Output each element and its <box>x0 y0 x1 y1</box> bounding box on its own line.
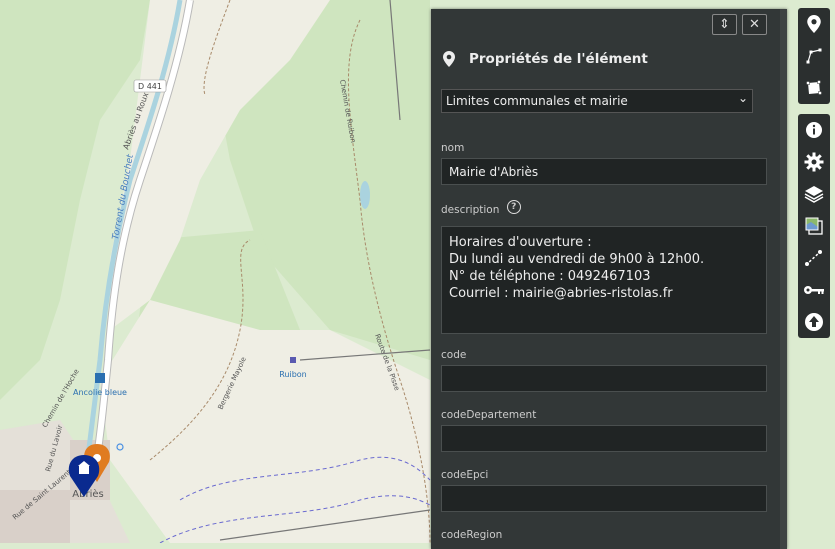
field-label-codeDepartement: codeDepartement <box>441 409 537 421</box>
field-label-codeRegion: codeRegion <box>441 529 503 541</box>
location-pin-icon <box>443 51 455 67</box>
polyline-icon[interactable] <box>798 40 830 72</box>
polygon-icon[interactable] <box>798 72 830 104</box>
field-input-nom[interactable]: Mairie d'Abriès <box>441 158 767 185</box>
chevron-down-icon: ⌄ <box>737 91 748 105</box>
info-icon[interactable] <box>798 114 830 146</box>
field-label-description: description ? <box>441 200 521 217</box>
panel-header: Propriétés de l'élément <box>443 51 648 67</box>
field-label-code: code <box>441 349 467 361</box>
poi-pylon-icon <box>290 357 296 363</box>
panel-title: Propriétés de l'élément <box>469 51 648 67</box>
layer-select[interactable]: Limites communales et mairie ⌄ <box>441 89 753 113</box>
field-input-code[interactable] <box>441 365 767 392</box>
field-label-nom: nom <box>441 142 465 154</box>
draw-toolbar <box>798 8 830 104</box>
scroll-thumb[interactable] <box>780 9 787 549</box>
field-textarea-description[interactable]: Horaires d'ouverture : Du lundi au vendr… <box>441 226 767 334</box>
layer-select-value: Limites communales et mairie <box>446 94 628 108</box>
key-icon[interactable] <box>798 274 830 306</box>
layers-icon[interactable] <box>798 178 830 210</box>
map-poi-label: Ancolie bleue <box>73 388 127 397</box>
close-button[interactable]: ✕ <box>742 14 767 35</box>
minimize-button[interactable]: ⇕ <box>712 14 737 35</box>
map-poi-label: Ruibon <box>279 370 307 379</box>
measure-icon[interactable] <box>798 242 830 274</box>
field-label-description-text: description <box>441 204 500 216</box>
tile-layer-icon[interactable] <box>798 210 830 242</box>
upload-icon[interactable] <box>798 306 830 338</box>
map-road-ref: D 441 <box>138 82 162 91</box>
poi-shelter-icon <box>95 373 105 383</box>
panel-scrollbar[interactable] <box>780 9 787 549</box>
field-input-codeDepartement[interactable] <box>441 425 767 452</box>
field-input-codeEpci[interactable] <box>441 485 767 512</box>
marker-icon[interactable] <box>798 8 830 40</box>
help-icon[interactable]: ? <box>506 200 521 214</box>
settings-gear-icon[interactable] <box>798 146 830 178</box>
settings-toolbar <box>798 114 830 338</box>
field-label-codeEpci: codeEpci <box>441 469 489 481</box>
properties-panel: ⇕ ✕ Propriétés de l'élément Limites comm… <box>431 9 787 549</box>
